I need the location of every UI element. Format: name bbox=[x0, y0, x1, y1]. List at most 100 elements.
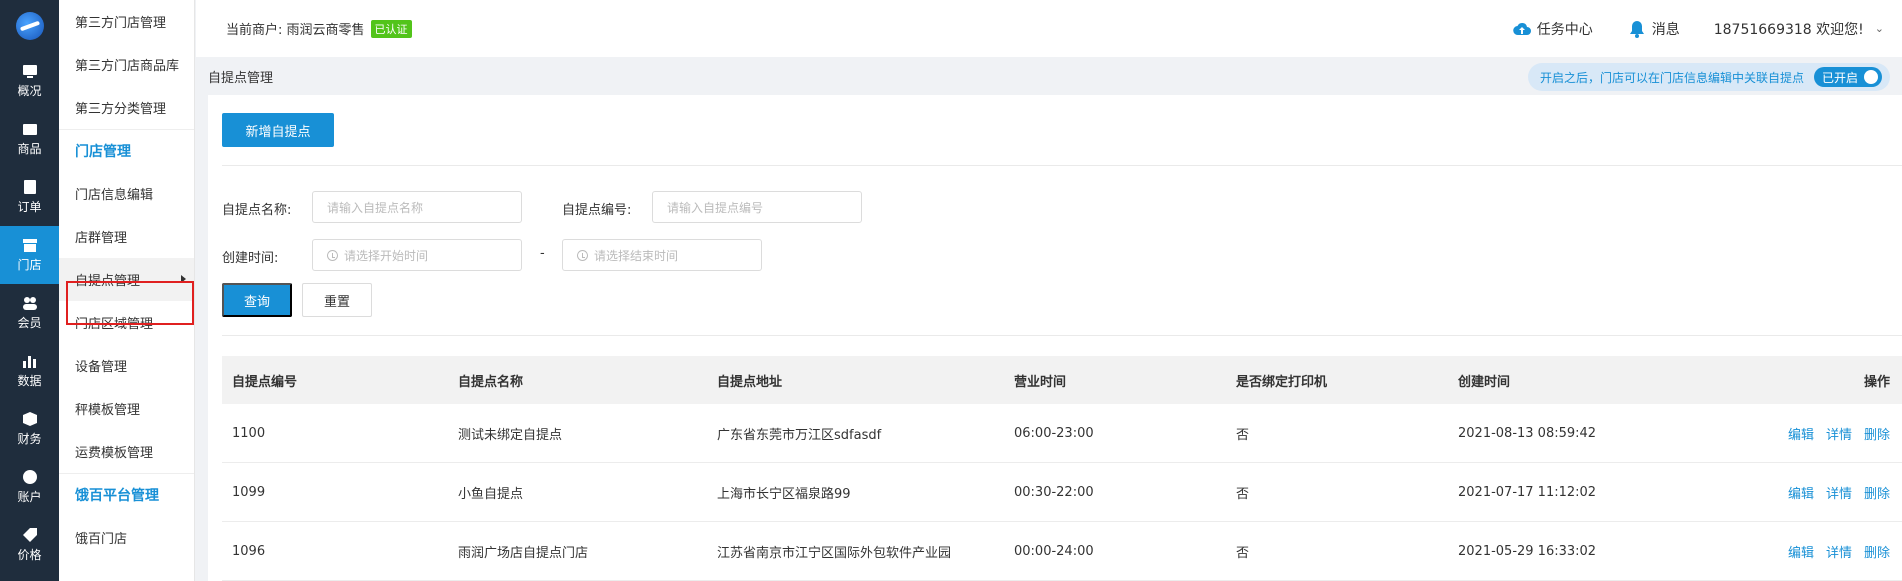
user-menu[interactable]: 18751669318 欢迎您! ⌄ bbox=[1714, 19, 1884, 39]
date-range-separator: - bbox=[540, 246, 545, 261]
goods-icon bbox=[22, 121, 38, 137]
header-address: 自提点地址 bbox=[717, 374, 783, 390]
edit-link[interactable]: 编辑 bbox=[1788, 424, 1814, 443]
submenu-third-party-categories[interactable]: 第三方分类管理 bbox=[59, 86, 194, 129]
header-code: 自提点编号 bbox=[232, 374, 298, 390]
start-time-placeholder: 请选择开始时间 bbox=[344, 248, 429, 263]
submenu-store-info[interactable]: 门店信息编辑 bbox=[59, 172, 194, 215]
chevron-down-icon: ⌄ bbox=[1874, 22, 1884, 35]
pickup-enable-switch[interactable]: 已开启 bbox=[1813, 67, 1882, 87]
detail-link[interactable]: 详情 bbox=[1826, 542, 1852, 561]
verified-badge: 已认证 bbox=[370, 19, 412, 38]
rail-item-label: 价格 bbox=[17, 548, 42, 562]
edit-link[interactable]: 编辑 bbox=[1788, 483, 1814, 502]
top-right-actions: 任务中心 消息 18751669318 欢迎您! ⌄ bbox=[1512, 0, 1884, 57]
name-filter-label: 自提点名称: bbox=[222, 203, 292, 218]
cell-code: 1096 bbox=[232, 543, 266, 559]
rail-item-finance[interactable]: 财务 bbox=[0, 400, 59, 458]
code-filter-label: 自提点编号: bbox=[562, 203, 632, 218]
divider bbox=[222, 335, 1902, 336]
end-time-placeholder: 请选择结束时间 bbox=[594, 248, 679, 263]
cell-address: 上海市长宁区福泉路99 bbox=[717, 486, 851, 502]
submenu-ebai-stores[interactable]: 饿百门店 bbox=[59, 516, 194, 559]
cell-name: 小鱼自提点 bbox=[458, 486, 524, 502]
submenu-group-store: 门店管理 bbox=[59, 129, 194, 172]
pickup-toggle-notice: 开启之后，门店可以在门店信息编辑中关联自提点 已开启 bbox=[1527, 63, 1890, 91]
cloud-upload-icon bbox=[1512, 22, 1531, 35]
detail-link[interactable]: 详情 bbox=[1826, 424, 1852, 443]
code-filter-input[interactable]: 请输入自提点编号 bbox=[652, 191, 862, 223]
rail-item-price[interactable]: 价格 bbox=[0, 516, 59, 574]
submenu-third-party-goods[interactable]: 第三方门店商品库 bbox=[59, 43, 194, 86]
submenu-pickup-points[interactable]: 自提点管理 bbox=[59, 258, 194, 301]
cell-created: 2021-07-17 11:12:02 bbox=[1458, 484, 1597, 500]
rail-item-order[interactable]: 订单 bbox=[0, 168, 59, 226]
top-bar: 当前商户: 雨润云商零售 已认证 任务中心 消息 18751669318 欢迎您… bbox=[196, 0, 1902, 57]
delete-link[interactable]: 删除 bbox=[1864, 483, 1890, 502]
submenu-devices[interactable]: 设备管理 bbox=[59, 344, 194, 387]
rail-item-label: 商品 bbox=[17, 142, 42, 156]
messages-link[interactable]: 消息 bbox=[1627, 19, 1680, 39]
name-filter-input[interactable]: 请输入自提点名称 bbox=[312, 191, 522, 223]
start-time-picker[interactable]: 请选择开始时间 bbox=[312, 239, 522, 271]
add-pickup-point-button[interactable]: 新增自提点 bbox=[222, 113, 334, 147]
rail-item-goods[interactable]: 商品 bbox=[0, 110, 59, 168]
submenu-shipping-templates[interactable]: 运费模板管理 bbox=[59, 430, 194, 473]
header-hours: 营业时间 bbox=[1014, 374, 1067, 390]
breadcrumb-bar: 自提点管理 开启之后，门店可以在门店信息编辑中关联自提点 已开启 bbox=[196, 57, 1902, 95]
name-filter-placeholder: 请输入自提点名称 bbox=[327, 200, 424, 215]
overview-icon bbox=[22, 63, 38, 79]
rail-item-label: 概况 bbox=[17, 84, 42, 98]
table-row: 1100 测试未绑定自提点 广东省东莞市万江区sdfasdf 06:00-23:… bbox=[222, 404, 1902, 463]
cell-hours: 00:00-24:00 bbox=[1014, 543, 1094, 559]
table-row: 1096 雨润广场店自提点门店 江苏省南京市江宁区国际外包软件产业园 00:00… bbox=[222, 522, 1902, 581]
cell-ops: 编辑 详情 删除 bbox=[1768, 542, 1902, 561]
submenu-store-areas[interactable]: 门店区域管理 bbox=[59, 301, 194, 344]
reset-button[interactable]: 重置 bbox=[302, 283, 372, 317]
query-button[interactable]: 查询 bbox=[222, 283, 292, 317]
pickup-points-table: 自提点编号 自提点名称 自提点地址 营业时间 是否绑定打印机 创建时间 操作 1… bbox=[222, 356, 1902, 581]
rail-item-member[interactable]: 会员 bbox=[0, 284, 59, 342]
price-icon bbox=[22, 527, 38, 543]
task-center-link[interactable]: 任务中心 bbox=[1512, 19, 1593, 39]
code-filter-placeholder: 请输入自提点编号 bbox=[667, 200, 764, 215]
rail-item-label: 会员 bbox=[17, 316, 42, 330]
notice-text: 开启之后，门店可以在门店信息编辑中关联自提点 bbox=[1539, 70, 1804, 85]
rail-item-label: 门店 bbox=[17, 258, 42, 272]
submenu-store-groups[interactable]: 店群管理 bbox=[59, 215, 194, 258]
cell-ops: 编辑 详情 删除 bbox=[1768, 483, 1902, 502]
store-submenu: 第三方门店管理 第三方门店商品库 第三方分类管理 门店管理 门店信息编辑 店群管… bbox=[59, 0, 195, 581]
detail-link[interactable]: 详情 bbox=[1826, 483, 1852, 502]
finance-icon bbox=[22, 411, 38, 427]
cell-code: 1100 bbox=[232, 425, 266, 441]
app-logo[interactable] bbox=[0, 0, 59, 52]
user-greeting: 18751669318 欢迎您! bbox=[1713, 21, 1864, 38]
rail-item-store[interactable]: 门店 bbox=[0, 226, 59, 284]
task-center-label: 任务中心 bbox=[1536, 21, 1593, 38]
header-ops: 操作 bbox=[1768, 371, 1902, 390]
cell-name: 测试未绑定自提点 bbox=[458, 427, 563, 443]
bell-icon bbox=[1629, 20, 1644, 38]
edit-link[interactable]: 编辑 bbox=[1788, 542, 1814, 561]
main-nav-rail: 概况 商品 订单 门店 会员 数据 财务 账户 价格 bbox=[0, 0, 59, 581]
merchant-info: 当前商户: 雨润云商零售 已认证 bbox=[226, 19, 412, 38]
rail-item-label: 订单 bbox=[17, 200, 42, 214]
delete-link[interactable]: 删除 bbox=[1864, 424, 1890, 443]
header-created: 创建时间 bbox=[1458, 374, 1511, 390]
submenu-scale-templates[interactable]: 秤模板管理 bbox=[59, 387, 194, 430]
rail-item-data[interactable]: 数据 bbox=[0, 342, 59, 400]
end-time-picker[interactable]: 请选择结束时间 bbox=[562, 239, 762, 271]
order-icon bbox=[22, 179, 38, 195]
rail-item-overview[interactable]: 概况 bbox=[0, 52, 59, 110]
switch-label: 已开启 bbox=[1821, 70, 1858, 85]
delete-link[interactable]: 删除 bbox=[1864, 542, 1890, 561]
submenu-third-party-stores[interactable]: 第三方门店管理 bbox=[59, 0, 194, 43]
switch-knob bbox=[1864, 70, 1878, 84]
cell-code: 1099 bbox=[232, 484, 266, 500]
time-filter-label: 创建时间: bbox=[222, 251, 279, 266]
cell-created: 2021-08-13 08:59:42 bbox=[1458, 425, 1597, 441]
rail-item-account[interactable]: 账户 bbox=[0, 458, 59, 516]
cell-hours: 06:00-23:00 bbox=[1014, 425, 1094, 441]
cell-printer: 否 bbox=[1236, 545, 1250, 561]
table-row: 1099 小鱼自提点 上海市长宁区福泉路99 00:30-22:00 否 202… bbox=[222, 463, 1902, 522]
